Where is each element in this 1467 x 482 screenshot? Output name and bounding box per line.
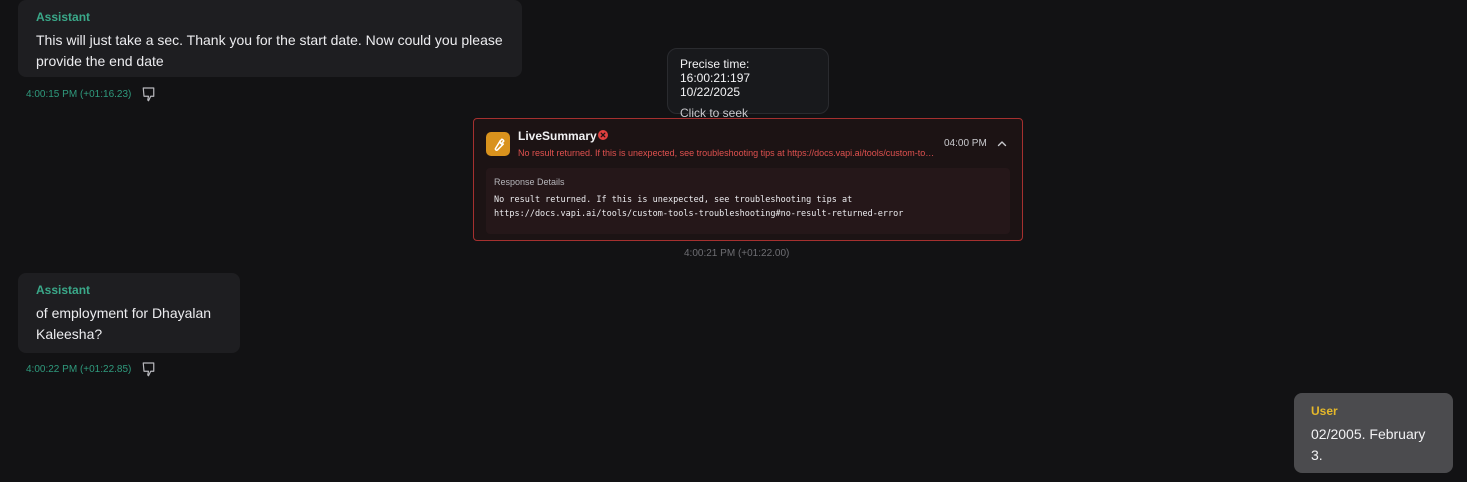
message-meta: 4:00:22 PM (+01:22.85) — [26, 360, 159, 378]
tool-call-card[interactable]: LiveSummary No result returned. If this … — [473, 118, 1023, 241]
tool-name: LiveSummary — [518, 129, 597, 143]
tool-call-timestamp[interactable]: 4:00:21 PM (+01:22.00) — [684, 248, 789, 259]
message-timestamp[interactable]: 4:00:22 PM (+01:22.85) — [26, 364, 131, 375]
speaker-label: User — [1311, 404, 1338, 418]
user-message: User 02/2005. February 3. — [1294, 393, 1453, 473]
message-meta: 4:00:15 PM (+01:16.23) — [26, 85, 159, 103]
message-text: 02/2005. February 3. — [1311, 426, 1426, 463]
tool-error-summary: No result returned. If this is unexpecte… — [518, 148, 936, 158]
assistant-message: Assistant This will just take a sec. Tha… — [18, 0, 522, 77]
thumbs-down-icon[interactable] — [141, 360, 159, 378]
precise-time-tooltip[interactable]: Precise time: 16:00:21:197 10/22/2025 Cl… — [667, 48, 829, 120]
message-text: This will just take a sec. Thank you for… — [36, 32, 503, 69]
speaker-label: Assistant — [36, 10, 91, 24]
error-x-icon — [598, 130, 608, 140]
message-text: of employment for Dhayalan Kaleesha? — [36, 305, 212, 342]
response-details-text: No result returned. If this is unexpecte… — [494, 195, 904, 219]
chevron-up-icon[interactable] — [996, 138, 1008, 150]
thumbs-down-icon[interactable] — [141, 85, 159, 103]
transcript-view: Assistant This will just take a sec. Tha… — [0, 0, 1467, 482]
precise-time: Precise time: 16:00:21:197 — [680, 57, 751, 85]
tooltip-date: 10/22/2025 — [680, 85, 741, 99]
assistant-message: Assistant of employment for Dhayalan Kal… — [18, 273, 240, 353]
response-details: Response Details No result returned. If … — [486, 168, 1010, 234]
tool-time: 04:00 PM — [944, 138, 987, 149]
wrench-icon — [486, 132, 510, 156]
response-details-label: Response Details — [494, 177, 565, 187]
message-timestamp[interactable]: 4:00:15 PM (+01:16.23) — [26, 89, 131, 100]
speaker-label: Assistant — [36, 283, 91, 297]
